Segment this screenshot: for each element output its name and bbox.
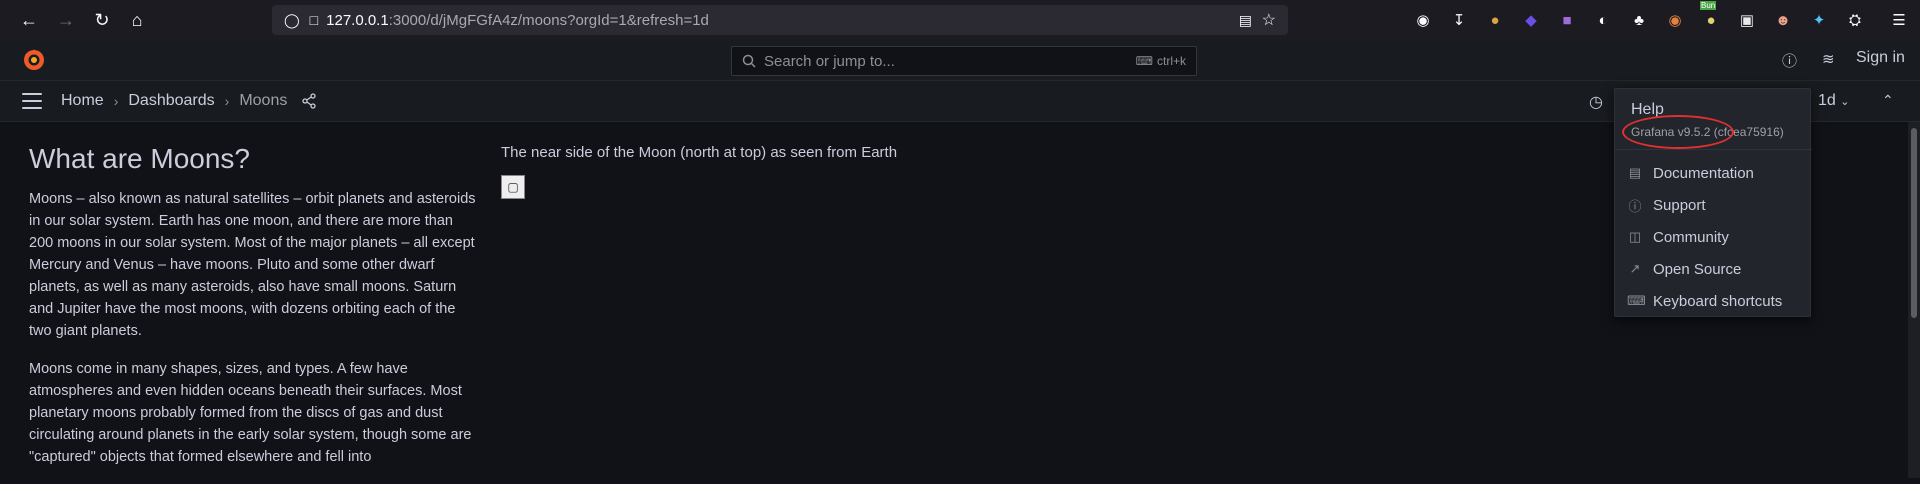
help-item-community[interactable]: ◫ Community (1615, 221, 1812, 253)
help-item-label: Keyboard shortcuts (1653, 292, 1783, 310)
forward-button[interactable]: → (51, 5, 81, 35)
extension-badge: Bun (1700, 1, 1717, 10)
annotation-ellipse (1622, 115, 1734, 149)
search-shortcut-label: ctrl+k (1156, 54, 1186, 68)
broken-image-icon: ▢ (501, 175, 525, 199)
search-input[interactable]: Search or jump to... ⌨ ctrl+k (731, 46, 1197, 76)
breadcrumb-moons: Moons (239, 92, 288, 109)
divider (1615, 149, 1812, 150)
extension-badge-icon[interactable]: ● Bun (1698, 1, 1724, 33)
extension-cube-icon[interactable]: ■ (1554, 7, 1580, 33)
scrollbar-thumb[interactable] (1911, 128, 1917, 318)
scrollbar[interactable] (1908, 122, 1920, 478)
refresh-interval-picker[interactable]: 1d ⌄ (1818, 92, 1849, 110)
help-item-support[interactable]: ⓘ Support (1615, 189, 1812, 221)
page-icon: □ (309, 12, 319, 28)
clock-icon: ◷ (1589, 94, 1603, 111)
help-item-label: Open Source (1653, 260, 1742, 278)
sign-in-link[interactable]: Sign in (1856, 49, 1905, 67)
help-item-label: Documentation (1653, 164, 1754, 182)
comments-icon: ◫ (1628, 229, 1642, 244)
extension-color-icon[interactable]: ◉ (1662, 7, 1688, 33)
reload-button[interactable]: ↻ (87, 5, 117, 35)
search-shortcut: ⌨ ctrl+k (1136, 54, 1186, 68)
breadcrumb: Home › Dashboards › Moons (61, 92, 317, 110)
image-panel: The near side of the Moon (north at top)… (501, 144, 897, 199)
keyboard-icon: ⌨ (1135, 54, 1153, 68)
help-item-keyboard-shortcuts[interactable]: ⌨ Keyboard shortcuts (1615, 285, 1812, 317)
chevron-down-icon: ⌄ (1840, 96, 1850, 108)
extension-purple-icon[interactable]: ◆ (1518, 7, 1544, 33)
search-icon (742, 54, 756, 68)
downloads-icon[interactable]: ↧ (1446, 7, 1472, 33)
search-placeholder: Search or jump to... (764, 52, 895, 70)
news-button[interactable]: ≋ (1822, 50, 1835, 68)
chevron-up-icon: ⌃ (1882, 92, 1894, 108)
rss-icon: ≋ (1822, 51, 1835, 68)
extensions-area: ◉ ↧ ● ◆ ■ ◐ ♣ ◉ ● Bun ▣ ☻ ✦ ⛭ ☰ (1410, 1, 1912, 34)
question-circle-icon: ⓘ (1782, 53, 1798, 70)
external-link-icon: ↗ (1629, 261, 1641, 276)
menu-bar (22, 93, 42, 95)
panel-paragraph: Moons – also known as natural satellites… (29, 191, 476, 339)
extension-avatar-icon[interactable]: ● (1482, 7, 1508, 33)
mega-menu-button[interactable] (22, 93, 42, 109)
chevron-right-icon: › (113, 93, 119, 109)
help-item-open-source[interactable]: ↗ Open Source (1615, 253, 1812, 285)
grafana-logo-icon[interactable] (22, 48, 46, 72)
keyboard-icon: ⌨ (1627, 293, 1646, 308)
refresh-interval-value: 1d (1818, 92, 1836, 109)
extension-gradient-icon[interactable]: ✦ (1806, 7, 1832, 33)
breadcrumb-dashboards[interactable]: Dashboards (128, 92, 214, 110)
chevron-right-icon: › (224, 93, 230, 109)
help-item-documentation[interactable]: ▤ Documentation (1615, 157, 1812, 189)
pocket-icon[interactable]: ◉ (1410, 7, 1436, 33)
extension-face-icon[interactable]: ☻ (1770, 7, 1796, 33)
menu-bar (22, 100, 42, 102)
url-host: 127.0.0.1 (326, 11, 389, 29)
help-menu-items: ▤ Documentation ⓘ Support ◫ Community ↗ … (1615, 157, 1812, 317)
collapse-button[interactable]: ⌃ (1882, 92, 1894, 109)
help-item-label: Community (1653, 228, 1729, 246)
browser-toolbar: ← → ↻ ⌂ ◯ □ 127.0.0.1:3000/d/jMgFGfA4z/m… (0, 0, 1920, 40)
extensions-menu-icon[interactable]: ⛭ (1842, 7, 1868, 33)
image-panel-title: The near side of the Moon (north at top)… (501, 144, 898, 161)
bookmark-star-icon[interactable]: ☆ (1262, 10, 1276, 30)
panel-heading: What are Moons? (29, 143, 250, 174)
text-panel: What are Moons? Moons – also known as na… (29, 142, 479, 484)
back-button[interactable]: ← (14, 5, 44, 35)
breadcrumb-home[interactable]: Home (61, 92, 104, 110)
help-item-label: Support (1653, 196, 1706, 214)
panel-paragraph: Moons come in many shapes, sizes, and ty… (29, 361, 472, 465)
share-icon[interactable] (301, 93, 317, 109)
extension-puzzle-icon[interactable]: ♣ (1626, 7, 1652, 33)
shield-icon[interactable]: ◯ (284, 12, 300, 29)
reader-view-icon[interactable]: ▤ (1239, 12, 1252, 29)
help-button[interactable]: ⓘ (1782, 50, 1797, 71)
question-circle-icon: ⓘ (1628, 198, 1642, 214)
extension-chat-icon[interactable]: ▣ (1734, 7, 1760, 33)
url-bar[interactable]: ◯ □ 127.0.0.1:3000/d/jMgFGfA4z/moons?org… (272, 5, 1288, 35)
document-icon: ▤ (1628, 165, 1642, 180)
grafana-topbar: Search or jump to... ⌨ ctrl+k ⓘ ≋ Sign in (0, 40, 1920, 81)
menu-bar (22, 107, 42, 109)
hamburger-menu-icon[interactable]: ☰ (1886, 7, 1912, 33)
extension-contrast-icon[interactable]: ◐ (1590, 7, 1616, 33)
home-button[interactable]: ⌂ (122, 5, 152, 35)
url-path: :3000/d/jMgFGfA4z/moons?orgId=1&refresh=… (388, 11, 709, 29)
time-picker-button[interactable]: ◷ (1589, 92, 1603, 112)
